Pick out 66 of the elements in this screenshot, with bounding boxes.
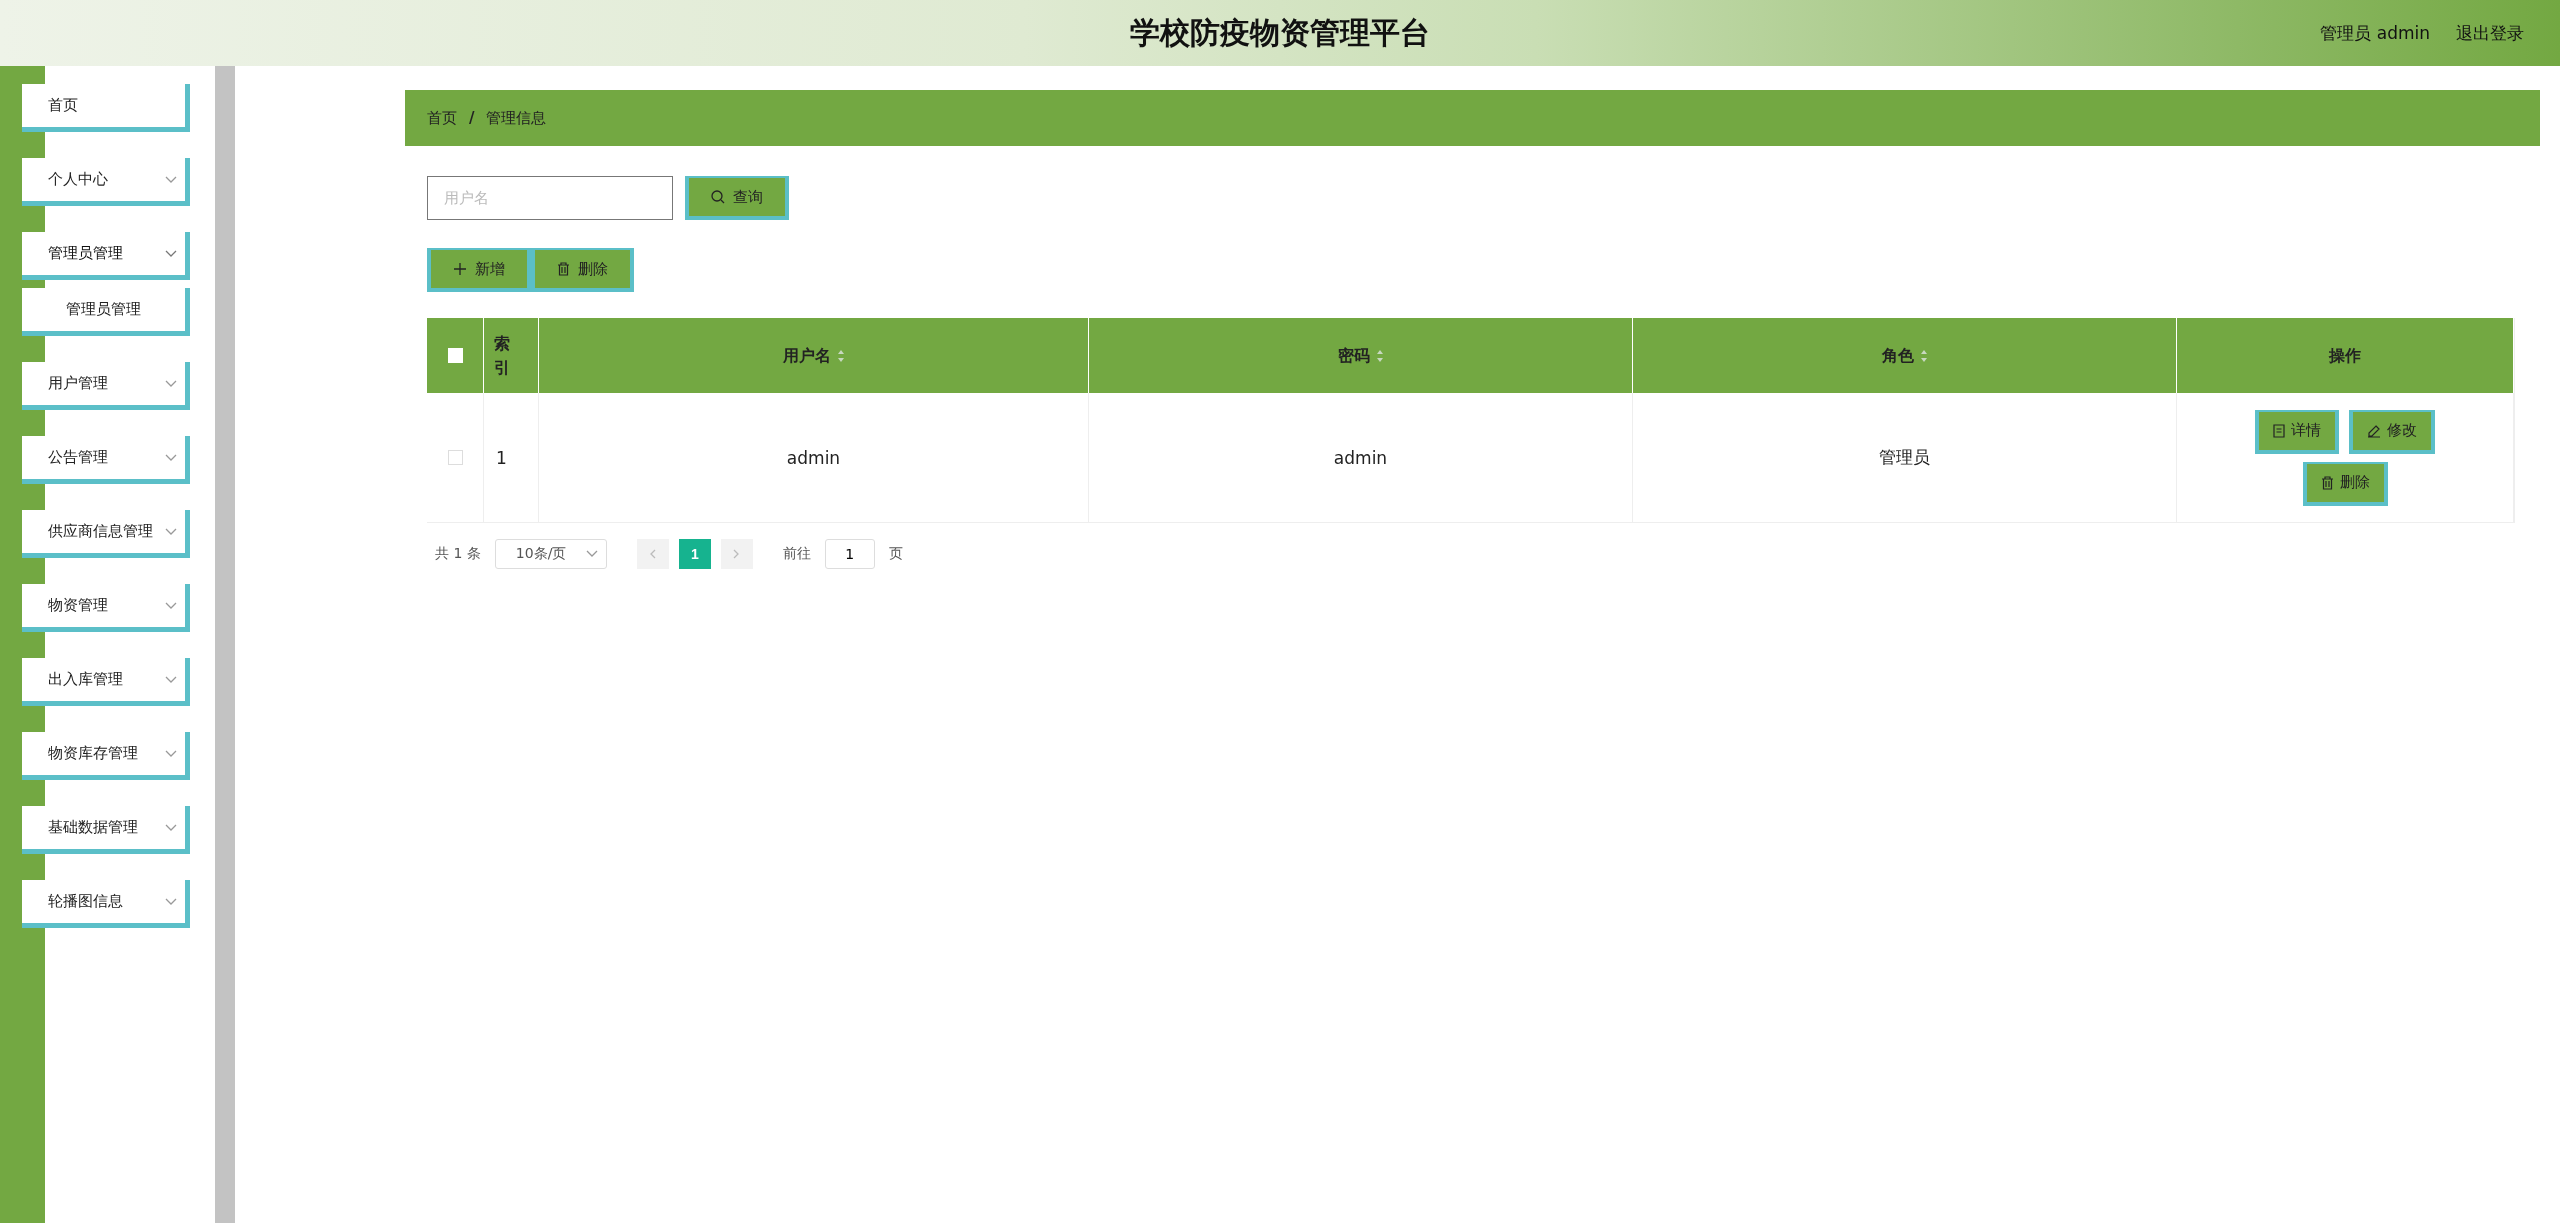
column-header[interactable]: 角色 [1633,318,2177,393]
chevron-down-icon [165,379,177,388]
table-cell: 管理员 [1633,393,2177,523]
row-checkbox[interactable] [447,450,463,465]
sidebar-item[interactable]: 基础数据管理 [22,806,190,854]
plus-icon [453,262,467,276]
search-button[interactable]: 查询 [685,176,789,220]
search-icon [711,190,725,204]
next-page-button[interactable] [720,539,753,569]
sidebar-item[interactable]: 个人中心 [22,158,190,206]
total-count: 共 1 条 [435,545,481,563]
chevron-down-icon [585,550,598,558]
sidebar-item[interactable]: 公告管理 [22,436,190,484]
sidebar-item[interactable]: 管理员管理 [22,232,190,280]
chevron-down-icon [165,453,177,462]
breadcrumb-link[interactable]: 首页 [427,108,457,128]
trash-icon [557,262,570,276]
chevron-down-icon [165,749,177,758]
delete-button[interactable]: 删除 [531,248,634,292]
sidebar-item[interactable]: 物资库存管理 [22,732,190,780]
chevron-down-icon [165,527,177,536]
trash-icon [2320,475,2334,490]
select-all-checkbox[interactable] [447,348,463,363]
table-cell: admin [539,393,1089,523]
table-cell: 1 [484,393,539,523]
breadcrumb-link[interactable]: 管理信息 [486,108,547,128]
app-title: 学校防疫物资管理平台 [1130,13,1430,52]
sort-icon[interactable] [1919,348,1928,363]
page-suffix: 页 [888,545,903,563]
chevron-down-icon [165,823,177,832]
column-header: 索引 [484,318,539,393]
chevron-down-icon [165,601,177,610]
chevron-right-icon [733,549,741,559]
sort-icon[interactable] [1375,348,1384,363]
page-size-select[interactable]: 10条/页 [494,539,607,569]
sidebar-item[interactable]: 用户管理 [22,362,190,410]
sidebar-item[interactable]: 物资管理 [22,584,190,632]
document-icon [2273,423,2285,438]
column-header[interactable]: 密码 [1089,318,1633,393]
page-jump-field[interactable]: 1 [824,539,875,569]
add-button[interactable]: 新增 [427,248,531,292]
sidebar-item[interactable]: 轮播图信息 [22,880,190,928]
breadcrumb-separator: / [469,109,475,127]
delete-button[interactable]: 删除 [2302,461,2388,506]
pencil-icon [2367,423,2381,438]
sidebar-subitem[interactable]: 管理员管理 [22,288,190,336]
sidebar-item[interactable]: 供应商信息管理 [22,510,190,558]
previous-page-button[interactable] [636,539,669,569]
current-user: 管理员 admin [2320,21,2430,45]
sidebar-item[interactable]: 首页 [22,84,190,132]
sort-icon[interactable] [836,348,845,363]
username-search-field[interactable]: 用户名 [427,176,673,220]
table-cell: admin [1089,393,1633,523]
edit-button[interactable]: 修改 [2349,409,2435,454]
column-header: 操作 [2177,318,2514,393]
column-header[interactable]: 用户名 [539,318,1089,393]
chevron-down-icon [165,897,177,906]
chevron-left-icon [649,549,657,559]
sidebar-item[interactable]: 出入库管理 [22,658,190,706]
chevron-down-icon [165,175,177,184]
chevron-down-icon [165,675,177,684]
logout-link[interactable]: 退出登录 [2456,21,2524,45]
scrollbar[interactable] [215,66,235,1223]
chevron-down-icon [165,249,177,258]
detail-button[interactable]: 详情 [2255,409,2339,454]
goto-label: 前往 [782,545,811,563]
